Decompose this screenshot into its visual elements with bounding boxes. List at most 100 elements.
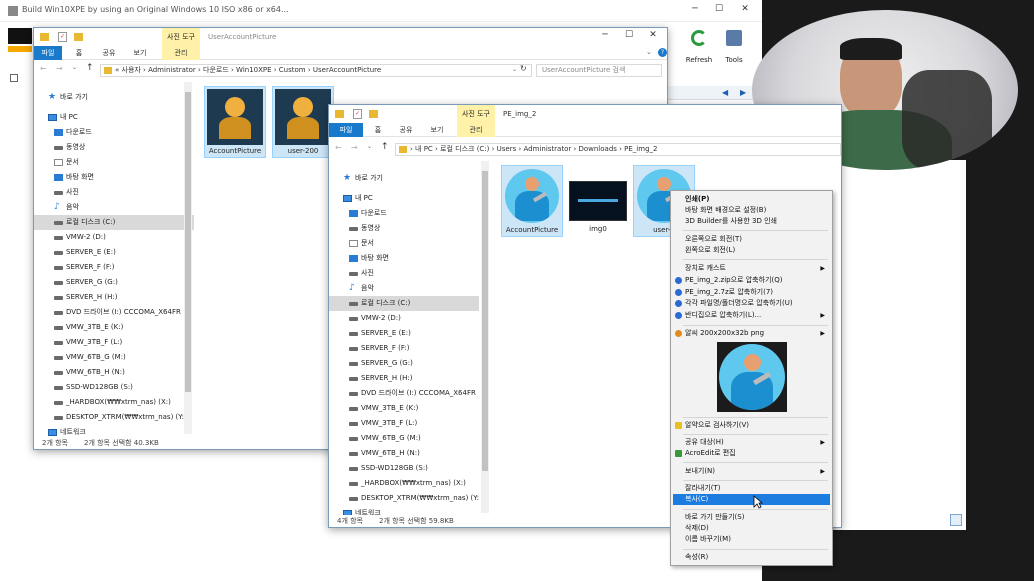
maximize-button[interactable]: ☐: [712, 4, 726, 14]
quick-folder-icon[interactable]: [369, 110, 378, 118]
address-dropdown-icon[interactable]: ⌄: [512, 66, 517, 73]
menu-acroedit[interactable]: AcroEdit로 편집: [673, 448, 830, 459]
nav-drive-h[interactable]: SERVER_H (H:): [329, 371, 479, 386]
nav-drive-m[interactable]: VMW_6TB_G (M:): [329, 431, 479, 446]
nav-dvd-i[interactable]: DVD 드라이브 (I:) CCCOMA_X64FR: [329, 386, 479, 401]
nav-drive-y[interactable]: DESKTOP_XTRM(₩₩xtrm_nas) (Y:): [34, 410, 194, 425]
menu-bandizip[interactable]: 반디집으로 압축하기(L)... ▶: [673, 310, 830, 321]
nav-drive-s[interactable]: SSD-WD128GB (S:): [34, 380, 194, 395]
recent-icon[interactable]: ⌄: [72, 64, 77, 71]
nav-quick-access[interactable]: ★ 바로 가기: [329, 171, 479, 186]
bg-panel-arrow-right-icon[interactable]: ▶: [740, 88, 746, 97]
tab-share[interactable]: 공유: [96, 46, 122, 60]
bg-panel-arrow-left-icon[interactable]: ◀: [722, 88, 728, 97]
help-icon[interactable]: ?: [658, 48, 667, 57]
nav-desktop[interactable]: 바탕 화면: [34, 170, 194, 185]
nav-local-disk-c[interactable]: 로컬 디스크 (C:): [34, 215, 194, 230]
win1-search-input[interactable]: UserAccountPicture 검색: [536, 64, 662, 77]
nav-drive-n[interactable]: VMW_6TB_H (N:): [329, 446, 479, 461]
recent-icon[interactable]: ⌄: [367, 143, 372, 150]
file-item[interactable]: [569, 181, 627, 221]
nav-drive-m[interactable]: VMW_6TB_G (M:): [34, 350, 194, 365]
file-item[interactable]: AccountPicture: [204, 86, 266, 158]
close-button[interactable]: ✕: [738, 4, 752, 14]
bg-tree-checkbox[interactable]: [10, 74, 18, 82]
nav-local-disk-c[interactable]: 로컬 디스크 (C:): [329, 296, 479, 311]
nav-drive-l[interactable]: VMW_3TB_F (L:): [34, 335, 194, 350]
menu-alyac-scan[interactable]: 알약으로 검사하기(V): [673, 420, 830, 431]
menu-rotate-right[interactable]: 오른쪽으로 회전(T): [673, 234, 830, 245]
tab-share[interactable]: 공유: [393, 123, 419, 137]
nav-documents[interactable]: 문서: [34, 155, 194, 170]
nav-pictures[interactable]: 사진: [34, 185, 194, 200]
nav-drive-e[interactable]: SERVER_E (E:): [34, 245, 194, 260]
nav-drive-l[interactable]: VMW_3TB_F (L:): [329, 416, 479, 431]
tab-home[interactable]: 홈: [367, 123, 389, 137]
nav-drive-x[interactable]: _HARDBOX(₩₩xtrm_nas) (X:): [329, 476, 479, 491]
win1-address-bar[interactable]: « 사용자 › Administrator › 다운로드 › Win10XPE …: [100, 64, 532, 77]
win1-refresh-icon[interactable]: ↻: [520, 64, 527, 73]
scroll-thumb[interactable]: [185, 92, 191, 392]
check-icon[interactable]: ✓: [58, 32, 67, 42]
corner-resize-icon[interactable]: [950, 514, 962, 526]
back-icon[interactable]: ←: [335, 143, 342, 152]
nav-drive-g[interactable]: SERVER_G (G:): [329, 356, 479, 371]
tab-home[interactable]: 홈: [68, 46, 90, 60]
nav-pictures[interactable]: 사진: [329, 266, 479, 281]
tab-file[interactable]: 파일: [329, 123, 363, 137]
back-icon[interactable]: ←: [40, 64, 47, 73]
quick-folder-icon[interactable]: [74, 33, 83, 41]
nav-network[interactable]: 네트워크: [329, 506, 479, 515]
menu-alsee[interactable]: 알씨 200x200x32b png ▶: [673, 328, 830, 339]
menu-share-with[interactable]: 공유 대상(H) ▶: [673, 437, 830, 448]
nav-drive-e[interactable]: SERVER_E (E:): [329, 326, 479, 341]
nav-drive-d[interactable]: VMW-2 (D:): [329, 311, 479, 326]
minimize-button[interactable]: ─: [688, 4, 702, 14]
nav-drive-x[interactable]: _HARDBOX(₩₩xtrm_nas) (X:): [34, 395, 194, 410]
tab-view[interactable]: 보기: [128, 46, 152, 60]
menu-create-shortcut[interactable]: 바로 가기 만들기(S): [673, 512, 830, 523]
nav-drive-k[interactable]: VMW_3TB_E (K:): [329, 401, 479, 416]
menu-zip-compress[interactable]: PE_img_2.zip으로 압축하기(Q): [673, 275, 830, 286]
nav-drive-n[interactable]: VMW_6TB_H (N:): [34, 365, 194, 380]
menu-rename[interactable]: 이름 바꾸기(M): [673, 534, 830, 545]
win2-context-tab[interactable]: 사진 도구: [457, 105, 495, 125]
nav-downloads[interactable]: 다운로드: [34, 125, 194, 140]
nav-music[interactable]: ♪ 음악: [329, 281, 479, 296]
nav-drive-d[interactable]: VMW-2 (D:): [34, 230, 194, 245]
win1-context-tab[interactable]: 사진 도구: [162, 28, 200, 48]
nav-drive-y[interactable]: DESKTOP_XTRM(₩₩xtrm_nas) (Y:): [329, 491, 479, 506]
nav-drive-k[interactable]: VMW_3TB_E (K:): [34, 320, 194, 335]
menu-copy[interactable]: 복사(C): [673, 494, 830, 505]
nav-drive-h[interactable]: SERVER_H (H:): [34, 290, 194, 305]
win1-maximize-button[interactable]: ☐: [622, 30, 636, 40]
check-icon[interactable]: ✓: [353, 109, 362, 119]
menu-rotate-left[interactable]: 왼쪽으로 회전(L): [673, 245, 830, 256]
nav-drive-g[interactable]: SERVER_G (G:): [34, 275, 194, 290]
tab-view[interactable]: 보기: [425, 123, 449, 137]
menu-cut[interactable]: 잘라내기(T): [673, 483, 830, 494]
menu-3d-print[interactable]: 3D Builder를 사용한 3D 인쇄: [673, 216, 830, 227]
tools-button[interactable]: Tools: [720, 28, 748, 68]
menu-print[interactable]: 인쇄(P): [673, 194, 830, 205]
nav-desktop[interactable]: 바탕 화면: [329, 251, 479, 266]
forward-icon[interactable]: →: [351, 143, 358, 152]
nav-documents[interactable]: 문서: [329, 236, 479, 251]
refresh-button[interactable]: Refresh: [684, 28, 714, 68]
nav-dvd-i[interactable]: DVD 드라이브 (I:) CCCOMA_X64FR: [34, 305, 194, 320]
menu-cast-to-device[interactable]: 장치로 캐스트 ▶: [673, 263, 830, 274]
nav-downloads[interactable]: 다운로드: [329, 206, 479, 221]
ribbon-expand-icon[interactable]: ⌄: [646, 48, 652, 56]
nav-videos[interactable]: 동영상: [34, 140, 194, 155]
win2-nav-scrollbar[interactable]: [481, 161, 489, 513]
win1-minimize-button[interactable]: ─: [598, 30, 612, 40]
nav-this-pc[interactable]: 내 PC: [34, 110, 194, 125]
forward-icon[interactable]: →: [56, 64, 63, 73]
nav-drive-f[interactable]: SERVER_F (F:): [34, 260, 194, 275]
menu-7z-compress[interactable]: PE_img_2.7z로 압축하기(7): [673, 287, 830, 298]
tab-manage[interactable]: 관리: [457, 123, 495, 137]
menu-delete[interactable]: 삭제(D): [673, 523, 830, 534]
up-icon[interactable]: ↑: [381, 142, 389, 152]
nav-drive-s[interactable]: SSD-WD128GB (S:): [329, 461, 479, 476]
menu-compress-each[interactable]: 각각 파일명/폴더명으로 압축하기(U): [673, 298, 830, 309]
